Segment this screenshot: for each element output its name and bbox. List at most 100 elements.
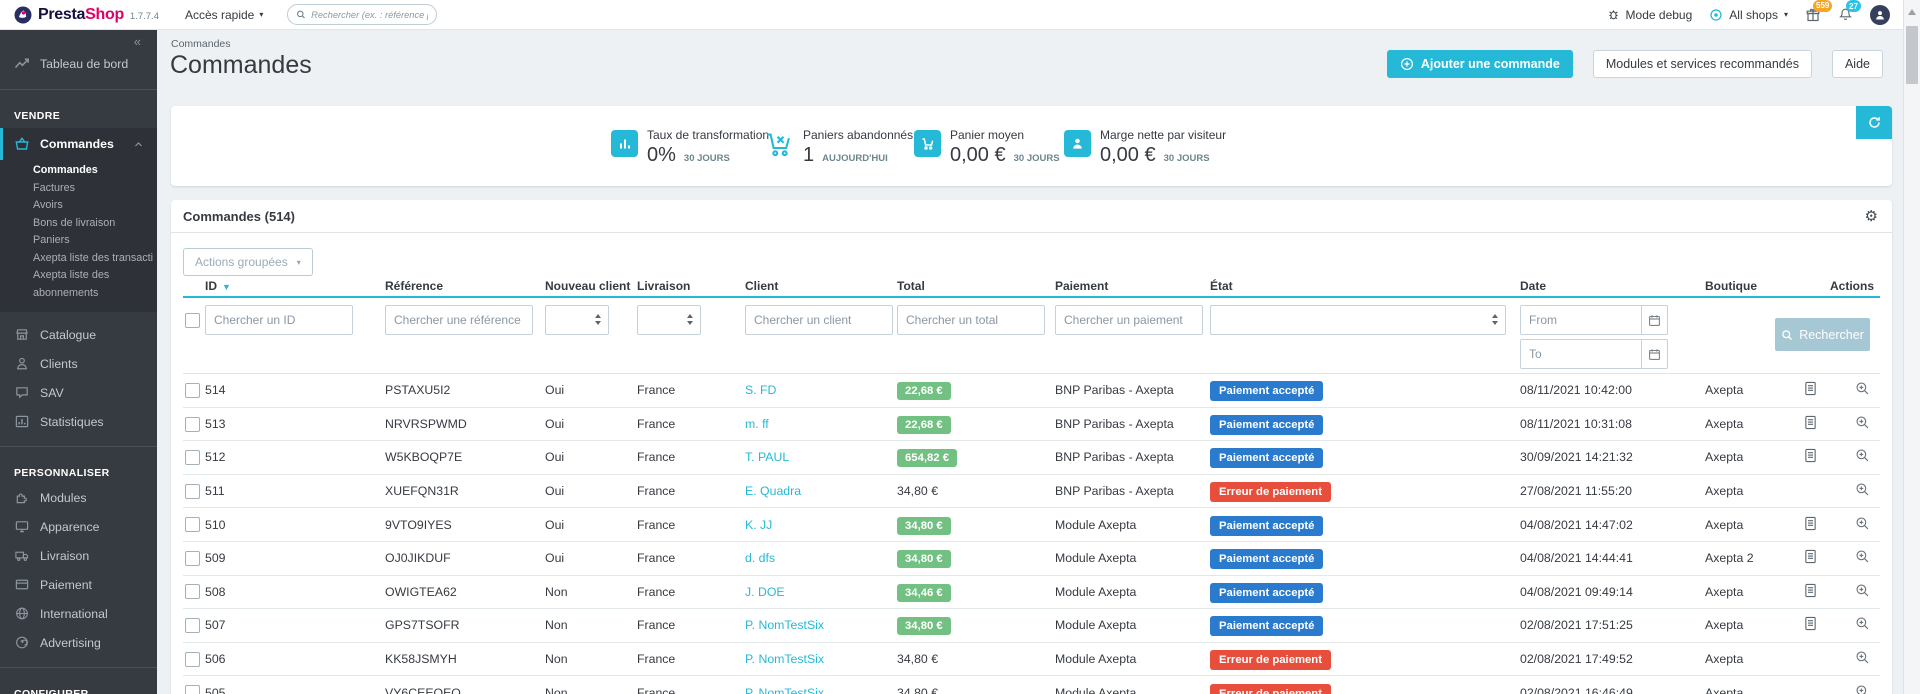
bell-notifications-button[interactable]: 27 <box>1838 7 1853 22</box>
invoice-icon[interactable] <box>1804 583 1817 598</box>
select-all-checkbox[interactable] <box>185 313 200 328</box>
client-link[interactable]: m. ff <box>745 417 769 431</box>
table-row[interactable]: 513 NRVRSPWMD Oui France m. ff 22,68 € B… <box>183 407 1880 441</box>
view-order-icon[interactable] <box>1855 583 1870 598</box>
submenu-item-avoirs[interactable]: Avoirs <box>33 197 153 215</box>
filter-new-client-select[interactable] <box>545 305 609 335</box>
view-order-icon[interactable] <box>1855 650 1870 665</box>
invoice-icon[interactable] <box>1804 616 1817 631</box>
client-link[interactable]: J. DOE <box>745 585 785 599</box>
row-checkbox[interactable] <box>185 584 200 599</box>
invoice-icon[interactable] <box>1804 415 1817 430</box>
scroll-up-arrow[interactable] <box>1908 9 1916 15</box>
table-row[interactable]: 506 KK58JSMYH Non France P. NomTestSix 3… <box>183 642 1880 676</box>
column-header-boutique[interactable]: Boutique <box>1705 278 1775 297</box>
view-order-icon[interactable] <box>1855 684 1870 694</box>
sidebar-item-statistiques[interactable]: Statistiques <box>0 407 157 436</box>
column-header-client[interactable]: Client <box>745 278 897 297</box>
submenu-item-paniers[interactable]: Paniers <box>33 232 153 250</box>
client-link[interactable]: E. Quadra <box>745 484 801 498</box>
table-row[interactable]: 508 OWIGTEA62 Non France J. DOE 34,46 € … <box>183 575 1880 609</box>
submenu-item-commandes[interactable]: Commandes <box>33 162 153 180</box>
invoice-icon[interactable] <box>1804 381 1817 396</box>
filter-id-input[interactable] <box>205 305 353 335</box>
client-link[interactable]: K. JJ <box>745 518 772 532</box>
grid-settings-gear-icon[interactable]: ⚙ <box>1865 200 1878 233</box>
sidebar-item-apparence[interactable]: Apparence <box>0 512 157 541</box>
filter-state-select[interactable] <box>1210 305 1506 335</box>
scrollbar-thumb[interactable] <box>1906 26 1918 84</box>
table-row[interactable]: 512 W5KBOQP7E Oui France T. PAUL 654,82 … <box>183 441 1880 475</box>
filter-date-to-input[interactable] <box>1521 340 1641 368</box>
view-order-icon[interactable] <box>1855 516 1870 531</box>
prestashop-logo[interactable]: PrestaShop 1.7.7.4 <box>14 6 159 24</box>
row-checkbox[interactable] <box>185 417 200 432</box>
filter-client-input[interactable] <box>745 305 893 335</box>
client-link[interactable]: P. NomTestSix <box>745 618 824 632</box>
client-link[interactable]: P. NomTestSix <box>745 652 824 666</box>
sidebar-item-livraison[interactable]: Livraison <box>0 541 157 570</box>
sidebar-item-sav[interactable]: SAV <box>0 378 157 407</box>
view-order-icon[interactable] <box>1855 549 1870 564</box>
filter-total-input[interactable] <box>897 305 1045 335</box>
row-checkbox[interactable] <box>185 517 200 532</box>
help-button[interactable]: Aide <box>1832 50 1883 78</box>
sidebar-item-commandes[interactable]: Commandes <box>0 128 157 160</box>
filter-delivery-select[interactable] <box>637 305 701 335</box>
invoice-icon[interactable] <box>1804 448 1817 463</box>
column-header-date[interactable]: Date <box>1520 278 1705 297</box>
table-row[interactable]: 509 OJ0JIKDUF Oui France d. dfs 34,80 € … <box>183 541 1880 575</box>
all-shops-dropdown[interactable]: All shops▾ <box>1709 8 1788 22</box>
calendar-icon[interactable] <box>1641 306 1667 334</box>
calendar-icon[interactable] <box>1641 340 1667 368</box>
breadcrumb[interactable]: Commandes <box>171 38 231 50</box>
kpi-refresh-button[interactable] <box>1856 106 1892 139</box>
debug-mode-toggle[interactable]: Mode debug <box>1607 8 1693 22</box>
recommended-modules-button[interactable]: Modules et services recommandés <box>1593 50 1812 78</box>
sidebar-item-international[interactable]: International <box>0 599 157 628</box>
sidebar-item-catalogue[interactable]: Catalogue <box>0 320 157 349</box>
vertical-scrollbar[interactable] <box>1903 0 1920 694</box>
user-avatar[interactable] <box>1870 5 1890 25</box>
table-row[interactable]: 505 VY6CEEQEO Non France P. NomTestSix 3… <box>183 676 1880 694</box>
sidebar-item-advertising[interactable]: Advertising <box>0 628 157 657</box>
invoice-icon[interactable] <box>1804 516 1817 531</box>
invoice-icon[interactable] <box>1804 549 1817 564</box>
filter-reference-input[interactable] <box>385 305 533 335</box>
table-row[interactable]: 507 GPS7TSOFR Non France P. NomTestSix 3… <box>183 609 1880 643</box>
submenu-item-bons-de-livraison[interactable]: Bons de livraison <box>33 215 153 233</box>
table-row[interactable]: 510 9VTO9IYES Oui France K. JJ 34,80 € M… <box>183 508 1880 542</box>
submenu-item-axepta-abonnements[interactable]: Axepta liste des abonnements <box>33 267 153 302</box>
view-order-icon[interactable] <box>1855 448 1870 463</box>
view-order-icon[interactable] <box>1855 616 1870 631</box>
submenu-item-axepta-transactions[interactable]: Axepta liste des transactions <box>33 250 153 268</box>
sidebar-item-dashboard[interactable]: Tableau de bord <box>0 49 157 79</box>
sidebar-item-clients[interactable]: Clients <box>0 349 157 378</box>
column-header-paiement[interactable]: Paiement <box>1055 278 1210 297</box>
client-link[interactable]: S. FD <box>745 383 776 397</box>
row-checkbox[interactable] <box>185 484 200 499</box>
quick-access-dropdown[interactable]: Accès rapide▾ <box>185 8 263 22</box>
sidebar-item-modules[interactable]: Modules <box>0 483 157 512</box>
column-header-livraison[interactable]: Livraison <box>637 278 745 297</box>
row-checkbox[interactable] <box>185 652 200 667</box>
sidebar-collapse-button[interactable]: « <box>0 30 157 49</box>
row-checkbox[interactable] <box>185 551 200 566</box>
column-header-total[interactable]: Total <box>897 278 1055 297</box>
client-link[interactable]: d. dfs <box>745 551 775 565</box>
table-row[interactable]: 514 PSTAXU5I2 Oui France S. FD 22,68 € B… <box>183 374 1880 408</box>
filter-payment-input[interactable] <box>1055 305 1203 335</box>
view-order-icon[interactable] <box>1855 381 1870 396</box>
add-order-button[interactable]: Ajouter une commande <box>1387 50 1573 78</box>
view-order-icon[interactable] <box>1855 482 1870 497</box>
column-header-reference[interactable]: Référence <box>385 278 545 297</box>
column-header-nouveau-client[interactable]: Nouveau client <box>545 278 637 297</box>
filter-date-from-input[interactable] <box>1521 306 1641 334</box>
table-row[interactable]: 511 XUEFQN31R Oui France E. Quadra 34,80… <box>183 474 1880 508</box>
row-checkbox[interactable] <box>185 618 200 633</box>
client-link[interactable]: P. NomTestSix <box>745 686 824 694</box>
gift-notifications-button[interactable]: 559 <box>1805 7 1821 23</box>
client-link[interactable]: T. PAUL <box>745 450 789 464</box>
sidebar-item-paiement[interactable]: Paiement <box>0 570 157 599</box>
search-input[interactable] <box>311 10 428 20</box>
